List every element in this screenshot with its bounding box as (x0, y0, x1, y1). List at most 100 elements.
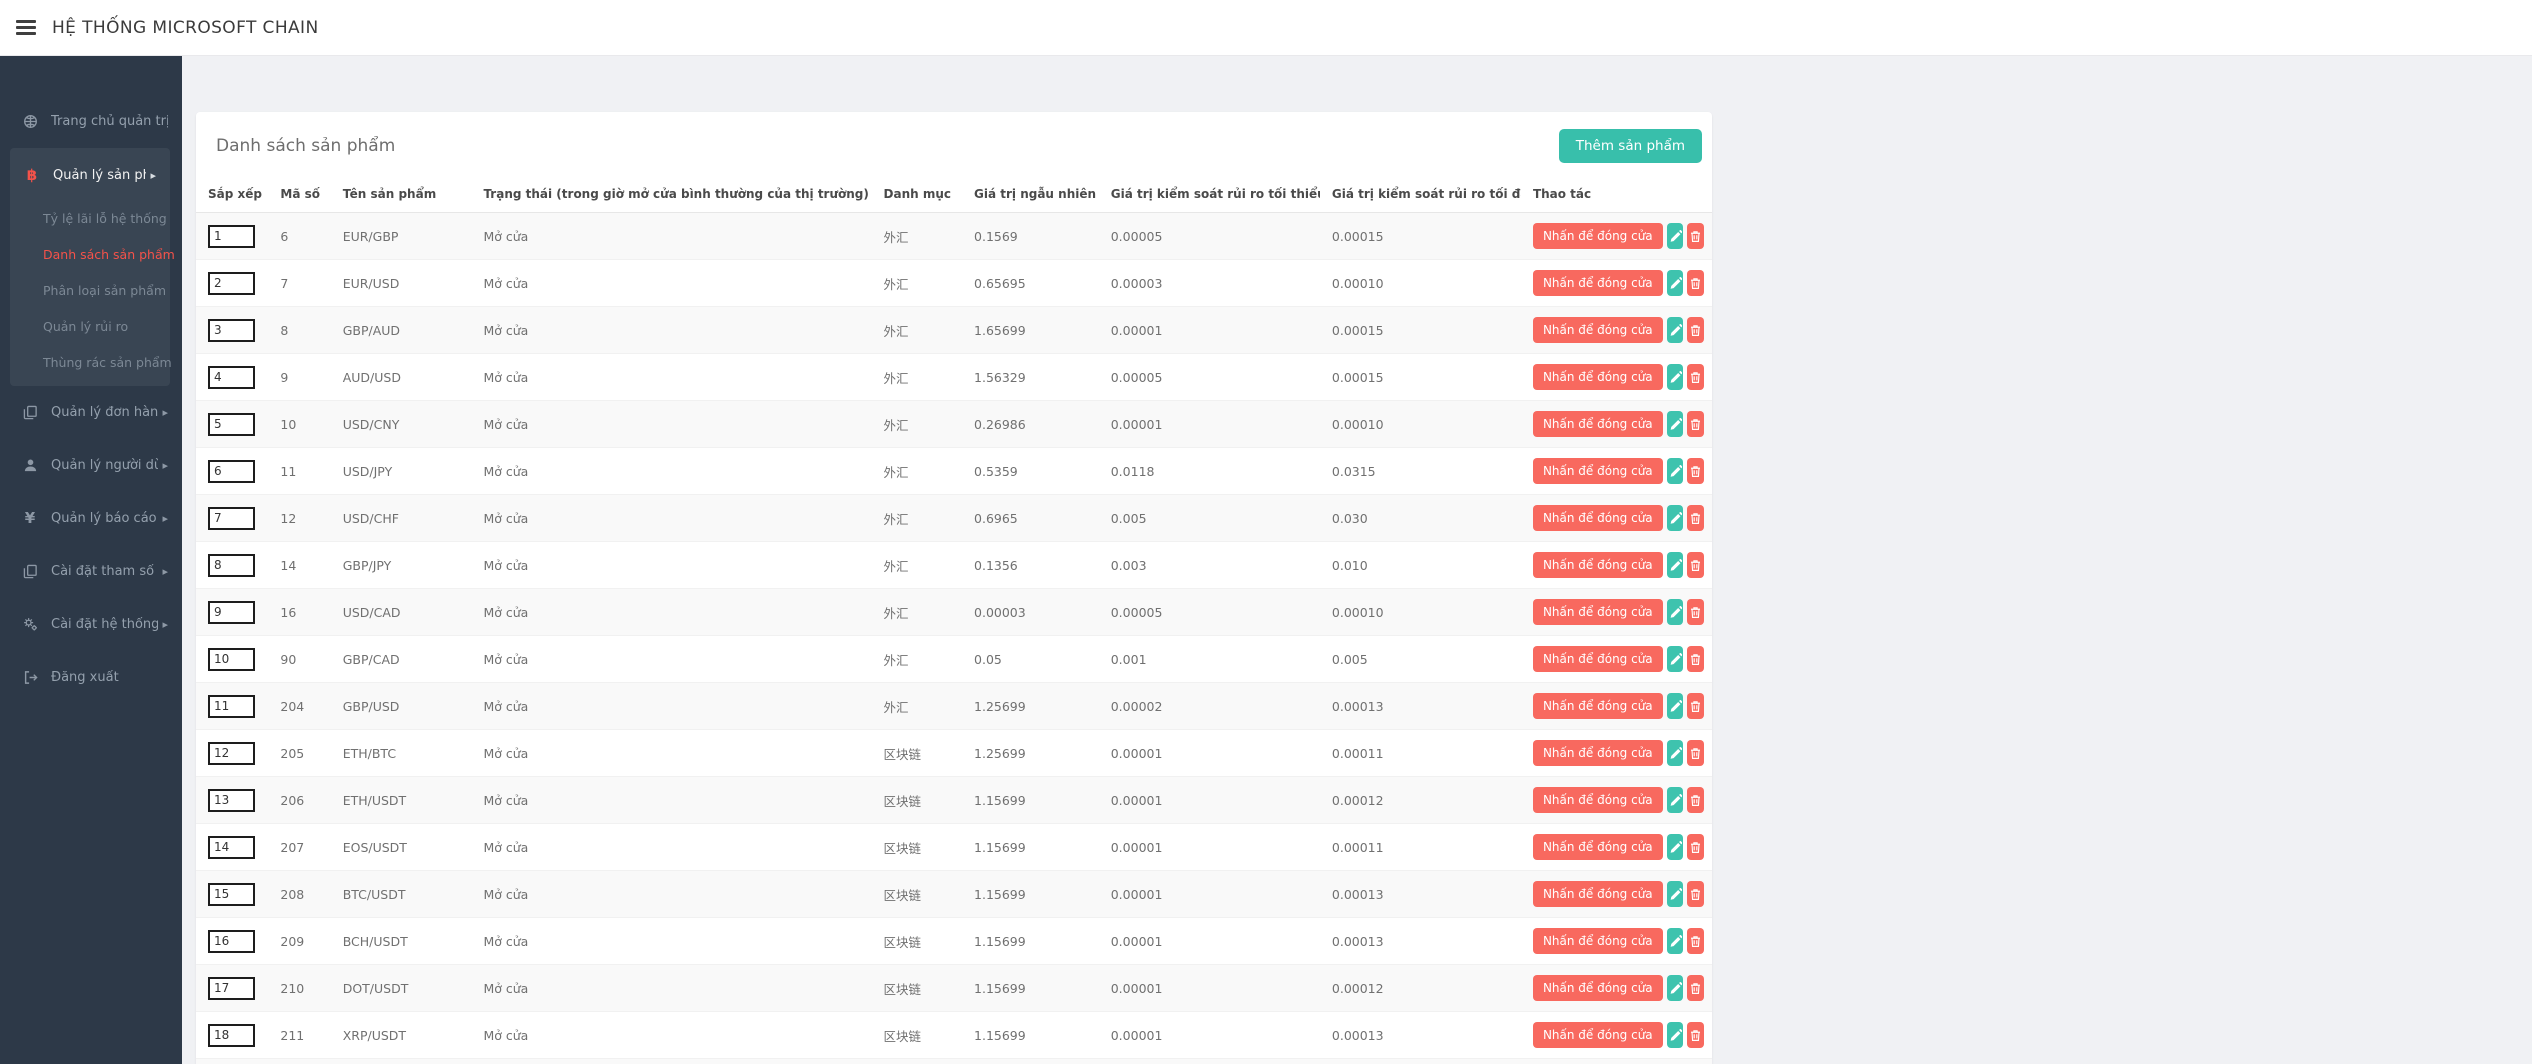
status-cell: Mở cửa (471, 260, 871, 307)
sidebar-subitem[interactable]: Quản lý rủi ro (10, 308, 170, 344)
sort-input[interactable] (208, 366, 255, 389)
sidebar-item-label: Cài đặt tham số (51, 564, 158, 579)
sidebar-item[interactable]: Cài đặt hệ thống▸ (0, 598, 182, 651)
delete-button[interactable] (1687, 458, 1704, 484)
sort-input[interactable] (208, 507, 255, 530)
status-cell: Mở cửa (471, 307, 871, 354)
edit-button[interactable] (1667, 1022, 1684, 1048)
random-value-cell: 0.65695 (962, 260, 1099, 307)
sort-input[interactable] (208, 789, 255, 812)
sort-input[interactable] (208, 742, 255, 765)
id-cell: 7 (268, 260, 330, 307)
close-market-button[interactable]: Nhấn để đóng cửa (1533, 411, 1663, 437)
table-row: 208BTC/USDTMở cửa区块链1.156990.000010.0001… (196, 871, 1712, 918)
close-market-button[interactable]: Nhấn để đóng cửa (1533, 317, 1663, 343)
edit-button[interactable] (1667, 223, 1684, 249)
random-value-cell: 0.1569 (962, 213, 1099, 260)
sidebar-subitem[interactable]: Danh sách sản phẩm (10, 236, 170, 272)
sidebar-item[interactable]: Đăng xuất (0, 651, 182, 704)
sort-input[interactable] (208, 554, 255, 577)
delete-button[interactable] (1687, 881, 1704, 907)
edit-button[interactable] (1667, 646, 1684, 672)
sort-input[interactable] (208, 460, 255, 483)
sort-input[interactable] (208, 319, 255, 342)
sidebar-item[interactable]: Quản lý người dùng▸ (0, 439, 182, 492)
sort-input[interactable] (208, 1024, 255, 1047)
edit-button[interactable] (1667, 411, 1684, 437)
sort-input[interactable] (208, 272, 255, 295)
sidebar-item[interactable]: Trang chủ quản trị (0, 95, 182, 148)
delete-button[interactable] (1687, 223, 1704, 249)
sidebar-item[interactable]: ¥Quản lý báo cáo▸ (0, 492, 182, 545)
sidebar-item[interactable]: Cài đặt tham số▸ (0, 545, 182, 598)
close-market-button[interactable]: Nhấn để đóng cửa (1533, 552, 1663, 578)
close-market-button[interactable]: Nhấn để đóng cửa (1533, 693, 1663, 719)
close-market-button[interactable]: Nhấn để đóng cửa (1533, 364, 1663, 390)
delete-button[interactable] (1687, 740, 1704, 766)
sort-input[interactable] (208, 977, 255, 1000)
delete-button[interactable] (1687, 599, 1704, 625)
add-product-button[interactable]: Thêm sản phẩm (1559, 129, 1702, 163)
sort-input[interactable] (208, 695, 255, 718)
sort-input[interactable] (208, 930, 255, 953)
delete-button[interactable] (1687, 646, 1704, 672)
delete-button[interactable] (1687, 975, 1704, 1001)
edit-button[interactable] (1667, 458, 1684, 484)
edit-button[interactable] (1667, 834, 1684, 860)
edit-button[interactable] (1667, 599, 1684, 625)
actions-cell: Nhấn để đóng cửa (1521, 542, 1712, 589)
close-market-button[interactable]: Nhấn để đóng cửa (1533, 270, 1663, 296)
edit-button[interactable] (1667, 928, 1684, 954)
delete-button[interactable] (1687, 693, 1704, 719)
close-market-button[interactable]: Nhấn để đóng cửa (1533, 928, 1663, 954)
close-market-button[interactable]: Nhấn để đóng cửa (1533, 1022, 1663, 1048)
sort-input[interactable] (208, 225, 255, 248)
sort-input[interactable] (208, 413, 255, 436)
close-market-button[interactable]: Nhấn để đóng cửa (1533, 223, 1663, 249)
sidebar-subitem[interactable]: Phân loại sản phẩm (10, 272, 170, 308)
delete-button[interactable] (1687, 552, 1704, 578)
sidebar-item[interactable]: ฿Quản lý sản phẩm▸ (10, 150, 170, 200)
close-market-button[interactable]: Nhấn để đóng cửa (1533, 646, 1663, 672)
risk-min-cell: 0.003 (1099, 542, 1320, 589)
sort-input[interactable] (208, 648, 255, 671)
menu-toggle-icon[interactable] (16, 20, 36, 35)
edit-button[interactable] (1667, 364, 1684, 390)
sidebar-nav: Trang chủ quản trị฿Quản lý sản phẩm▸Tỷ l… (0, 95, 182, 704)
close-market-button[interactable]: Nhấn để đóng cửa (1533, 975, 1663, 1001)
close-market-button[interactable]: Nhấn để đóng cửa (1533, 505, 1663, 531)
sort-input[interactable] (208, 836, 255, 859)
edit-button[interactable] (1667, 505, 1684, 531)
sidebar-subitem[interactable]: Thùng rác sản phẩm (10, 344, 170, 380)
random-value-cell: 1.15699 (962, 777, 1099, 824)
close-market-button[interactable]: Nhấn để đóng cửa (1533, 834, 1663, 860)
delete-button[interactable] (1687, 787, 1704, 813)
close-market-button[interactable]: Nhấn để đóng cửa (1533, 599, 1663, 625)
delete-button[interactable] (1687, 1022, 1704, 1048)
edit-button[interactable] (1667, 270, 1684, 296)
delete-button[interactable] (1687, 834, 1704, 860)
delete-button[interactable] (1687, 270, 1704, 296)
sidebar-subitem[interactable]: Tỷ lệ lãi lỗ hệ thống (10, 200, 170, 236)
edit-button[interactable] (1667, 317, 1684, 343)
sort-input[interactable] (208, 883, 255, 906)
edit-button[interactable] (1667, 975, 1684, 1001)
close-market-button[interactable]: Nhấn để đóng cửa (1533, 881, 1663, 907)
delete-button[interactable] (1687, 364, 1704, 390)
edit-button[interactable] (1667, 740, 1684, 766)
trash-icon (1689, 1029, 1702, 1042)
delete-button[interactable] (1687, 928, 1704, 954)
close-market-button[interactable]: Nhấn để đóng cửa (1533, 787, 1663, 813)
edit-button[interactable] (1667, 552, 1684, 578)
delete-button[interactable] (1687, 317, 1704, 343)
delete-button[interactable] (1687, 505, 1704, 531)
sidebar-item[interactable]: Quản lý đơn hàng▸ (0, 386, 182, 439)
close-market-button[interactable]: Nhấn để đóng cửa (1533, 458, 1663, 484)
edit-button[interactable] (1667, 787, 1684, 813)
delete-button[interactable] (1687, 411, 1704, 437)
close-market-button[interactable]: Nhấn để đóng cửa (1533, 740, 1663, 766)
risk-max-cell: 0.00013 (1320, 918, 1521, 965)
sort-input[interactable] (208, 601, 255, 624)
edit-button[interactable] (1667, 881, 1684, 907)
edit-button[interactable] (1667, 693, 1684, 719)
